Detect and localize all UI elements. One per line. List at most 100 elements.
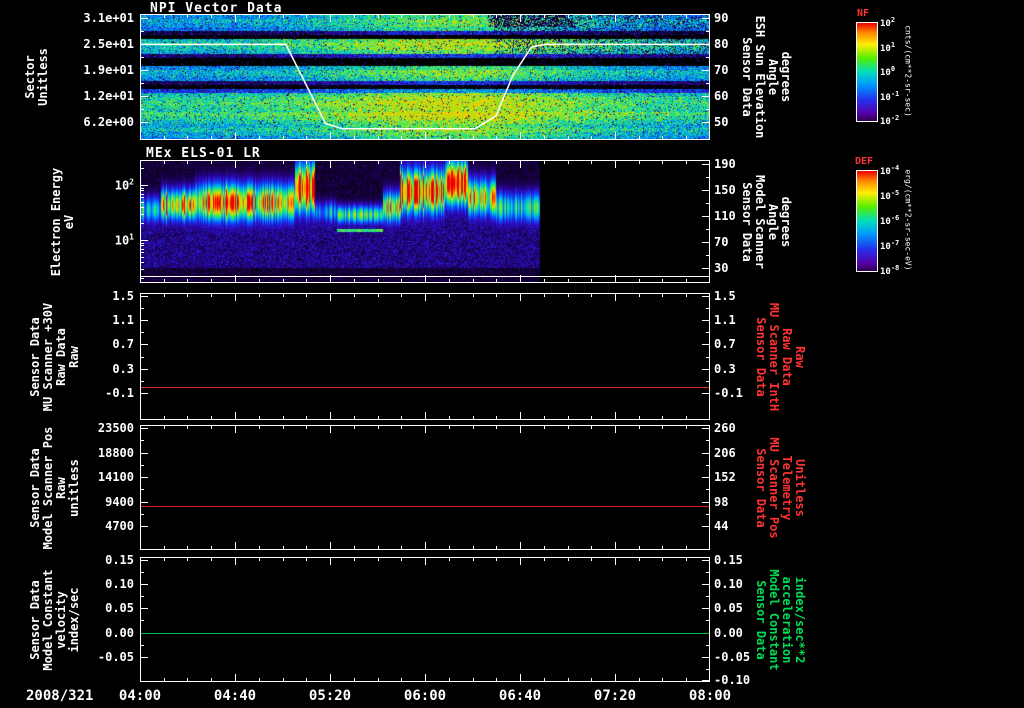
tick-mark	[706, 83, 709, 84]
tick-mark	[306, 279, 307, 282]
tick-mark	[662, 546, 663, 549]
tick-mark	[520, 294, 521, 301]
y-tick-label: 0.3	[714, 362, 736, 376]
tick-mark	[702, 320, 709, 321]
x-tick-label: 06:00	[403, 688, 447, 704]
tick-mark	[211, 161, 212, 164]
tick-mark	[259, 15, 260, 18]
tick-mark	[706, 308, 709, 309]
tick-mark	[164, 416, 165, 419]
tick-mark	[283, 15, 284, 18]
tick-mark	[235, 161, 236, 168]
tick-mark	[686, 136, 687, 139]
tick-mark	[141, 245, 144, 246]
tick-mark	[141, 122, 148, 123]
tick-mark	[141, 440, 144, 441]
colorbar-def-gradient	[856, 170, 878, 272]
tick-mark	[354, 15, 355, 18]
tick-mark	[568, 136, 569, 139]
tick-mark	[141, 96, 148, 97]
tick-mark	[235, 674, 236, 681]
colorbar-nf-tick-label: 10-1	[880, 90, 900, 103]
colorbar-def-tick-label: 10-6	[880, 214, 900, 227]
tick-mark	[283, 426, 284, 429]
tick-mark	[615, 412, 616, 419]
tick-mark	[591, 136, 592, 139]
x-axis-date-label: 2008/321	[26, 688, 94, 704]
colorbar-def-units: erg/(cm**2-sr-sec-eV)	[903, 169, 913, 271]
tick-mark	[235, 294, 236, 301]
tick-mark	[615, 558, 616, 565]
tick-mark	[568, 546, 569, 549]
y-tick-label: 110	[714, 209, 736, 223]
tick-mark	[544, 15, 545, 18]
tick-mark	[662, 15, 663, 18]
tick-mark	[496, 15, 497, 18]
y-tick-label: -0.1	[105, 386, 134, 400]
tick-mark	[401, 426, 402, 429]
tick-mark	[449, 546, 450, 549]
tick-mark	[378, 279, 379, 282]
tick-mark	[187, 15, 188, 18]
tick-mark	[259, 279, 260, 282]
tick-mark	[544, 279, 545, 282]
colorbar-def-label: DEF	[855, 156, 874, 167]
y-tick-label: 4700	[105, 519, 134, 533]
tick-mark	[141, 18, 148, 19]
tick-mark	[686, 546, 687, 549]
tick-mark	[615, 294, 616, 301]
tick-mark	[330, 558, 331, 565]
tick-mark	[378, 15, 379, 18]
panel-mu-scanner-raw	[140, 293, 710, 420]
y-tick-label: 1.1	[714, 313, 736, 327]
tick-mark	[187, 678, 188, 681]
tick-mark	[686, 294, 687, 297]
tick-mark	[283, 294, 284, 297]
tick-mark	[520, 161, 521, 168]
tick-mark	[306, 294, 307, 297]
tick-mark	[141, 197, 144, 198]
tick-mark	[211, 416, 212, 419]
y-tick-label: 6.2e+00	[83, 115, 134, 129]
tick-mark	[706, 465, 709, 466]
tick-mark	[141, 465, 144, 466]
npi-right-axis-label: degrees Angle ESH Sun Elevation Sensor D…	[740, 15, 793, 139]
tick-mark	[378, 678, 379, 681]
tick-mark	[706, 620, 709, 621]
tick-mark	[706, 489, 709, 490]
tick-mark	[330, 132, 331, 139]
tick-mark	[706, 596, 709, 597]
tick-mark	[306, 161, 307, 164]
tick-mark	[520, 426, 521, 433]
y-tick-label: -0.10	[714, 673, 751, 687]
model-scanner-pos-right-axis-label: Unitless Telemetry MU Scanner Pos Sensor…	[754, 436, 807, 539]
tick-mark	[187, 416, 188, 419]
colorbar-nf-tick-label: 10-2	[880, 114, 900, 127]
tick-mark	[425, 294, 426, 301]
tick-mark	[401, 416, 402, 419]
tick-mark	[639, 558, 640, 561]
tick-mark	[141, 194, 144, 195]
x-tick-label: 06:40	[498, 688, 542, 704]
tick-mark	[425, 542, 426, 549]
tick-mark	[706, 177, 709, 178]
tick-mark	[544, 678, 545, 681]
colorbar-def-tick-label: 10-7	[880, 239, 900, 252]
y-tick-label: 60	[714, 89, 729, 103]
tick-mark	[211, 294, 212, 297]
colorbar-nf-tick-label: 102	[880, 16, 896, 29]
tick-mark	[639, 416, 640, 419]
y-tick-label: -0.05	[714, 650, 751, 664]
els-left-axis-label: Electron Energy eV	[49, 167, 76, 276]
tick-mark	[473, 416, 474, 419]
tick-mark	[702, 164, 709, 165]
tick-mark	[702, 344, 709, 345]
tick-mark	[706, 381, 709, 382]
tick-mark	[306, 15, 307, 18]
y-tick-label: 90	[714, 11, 729, 25]
tick-mark	[306, 426, 307, 429]
tick-mark	[662, 136, 663, 139]
y-tick-label: 1.2e+01	[83, 89, 134, 103]
tick-mark	[520, 542, 521, 549]
tick-mark	[330, 542, 331, 549]
